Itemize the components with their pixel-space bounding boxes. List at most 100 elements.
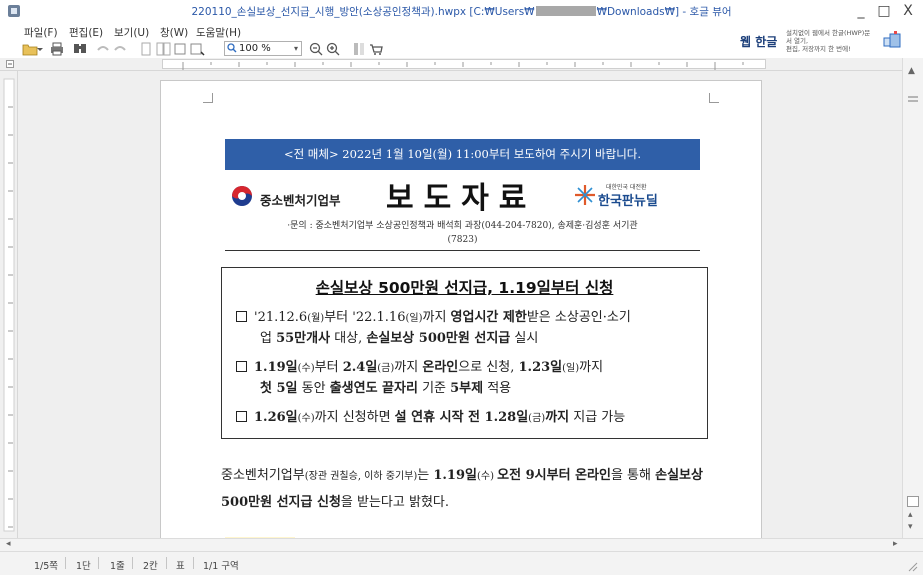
bullet-text: (일) (562, 363, 580, 374)
zoom-out-icon[interactable] (308, 41, 324, 57)
embargo-banner: <전 매체> 2022년 1월 10일(월) 11:00부터 보도하여 주시기 … (225, 139, 700, 170)
horizontal-ruler[interactable] (0, 58, 904, 71)
status-separator (193, 557, 194, 569)
body-text: 중소벤처기업부 (221, 468, 305, 483)
press-release-title: 보도자료 (386, 181, 537, 216)
summary-bullet-3: 1.26일(수)까지 신청하면 설 연휴 시작 전 1.28일(금)까지 지급 … (236, 408, 702, 429)
web-hangul-promo[interactable]: 웹 한글 설치없이 웹에서 한글(HWP)문서 열기, 편집, 저장까지 한 번… (740, 24, 901, 54)
vertical-ruler[interactable] (0, 71, 18, 538)
bullet-text: 까지 (394, 360, 423, 375)
korean-new-deal-logo-icon (575, 185, 595, 205)
document-viewport[interactable]: <전 매체> 2022년 1월 10일(월) 11:00부터 보도하여 주시기 … (18, 71, 902, 538)
bullet-emphasis: 55만개사 (276, 331, 331, 346)
status-section: 1단 (76, 561, 91, 572)
page-width-icon[interactable] (189, 41, 205, 57)
find-icon[interactable] (72, 41, 88, 57)
ruler-toggle-icon[interactable] (6, 60, 14, 68)
zoom-value: 100 % (239, 43, 271, 54)
menu-help[interactable]: 도움말(H) (196, 25, 241, 40)
menu-bar: 파일(F) 편집(E) 보기(U) 창(W) 도움말(H) (0, 22, 740, 40)
minimize-button[interactable]: _ (850, 2, 872, 20)
summary-bullet-1: '21.12.6(월)부터 '22.1.16(일)까지 영업시간 제한받은 소상… (236, 308, 702, 349)
page-single-icon[interactable] (138, 41, 154, 57)
bullet-text: 동안 (297, 381, 330, 396)
bullet-emphasis: 1.26일 (254, 410, 298, 425)
scroll-up-icon[interactable]: ▲ (908, 66, 915, 76)
bullet-text: (금) (528, 413, 546, 424)
body-text: (수) (476, 471, 498, 482)
open-dropdown-icon[interactable] (36, 41, 44, 57)
summary-headline: 손실보상 500만원 선지급, 1.19일부터 신청 (315, 279, 614, 297)
bullet-text: 까지 신청하면 (314, 410, 395, 425)
bullet-text: (월) (307, 313, 325, 324)
bullet-text: 대상, (330, 331, 367, 346)
bullet-text: 으로 신청, (458, 360, 519, 375)
bullet-emphasis: 손실보상 500만원 선지급 (366, 331, 511, 346)
body-paragraph: 중소벤처기업부(장관 권칠승, 이하 중기부)는 1.19일(수) 오전 9시부… (221, 463, 708, 516)
bullet-emphasis: 2.4일 (342, 360, 378, 375)
redo-icon[interactable] (112, 41, 128, 57)
bullet-emphasis: 1.19일 (254, 360, 298, 375)
contact-line-1: ·문의 : 중소벤처기업부 소상공인정책과 배석희 과장(044-204-782… (287, 221, 638, 231)
vertical-ruler-ticks (3, 78, 15, 532)
page-corner-mark (709, 93, 719, 103)
zoom-dropdown-icon: ▾ (293, 44, 298, 53)
bullet-emphasis: 1.23일 (518, 360, 563, 375)
page-up-icon[interactable]: ▴ (908, 510, 913, 520)
scroll-right-icon[interactable]: ▸ (893, 539, 898, 549)
checkbox-square-icon (236, 311, 247, 322)
page-double-icon[interactable] (155, 41, 171, 57)
cart-icon[interactable] (368, 41, 384, 57)
bullet-text: '21.12.6 (254, 310, 308, 325)
status-separator (166, 557, 167, 569)
window-title-suffix: ₩Downloads₩] - 호글 뷰어 (596, 6, 732, 18)
bullet-text: 지급 가능 (569, 410, 626, 425)
summary-box: 손실보상 500만원 선지급, 1.19일부터 신청 '21.12.6(월)부터… (221, 267, 708, 439)
scroll-left-icon[interactable]: ◂ (6, 539, 11, 549)
menu-view[interactable]: 보기(U) (114, 25, 149, 40)
maximize-button[interactable]: □ (873, 2, 895, 20)
summary-bullet-2: 1.19일(수)부터 2.4일(금)까지 온라인으로 신청, 1.23일(일)까… (236, 358, 702, 399)
bullet-text: (수) (297, 413, 315, 424)
page-fit-icon[interactable] (172, 41, 188, 57)
vertical-scrollbar[interactable]: ▲ ▴ ▾ (902, 58, 923, 538)
promo-line-2: 편집, 저장까지 한 번에! (786, 45, 851, 53)
bullet-text: 까지 (422, 310, 451, 325)
page-down-icon[interactable]: ▾ (908, 522, 913, 532)
bullet-emphasis: 설 연휴 시작 전 1.28일 (394, 410, 529, 425)
bullet-text: 실시 (510, 331, 539, 346)
promo-line-1: 설치없이 웹에서 한글(HWP)문서 열기, (786, 29, 871, 45)
split-view-icon[interactable] (907, 94, 919, 104)
horizontal-scrollbar[interactable]: ◂ ▸ (0, 538, 923, 551)
bullet-text: 적용 (483, 381, 512, 396)
print-icon[interactable] (49, 41, 65, 57)
close-button[interactable]: X (897, 2, 919, 20)
contact-divider (225, 250, 700, 251)
toolbar: 100 % ▾ (0, 40, 740, 58)
layout-icon[interactable] (351, 41, 367, 57)
zoom-magnifier-icon (227, 43, 237, 53)
bullet-text: (일) (405, 313, 423, 324)
status-line: 1줄 (110, 561, 125, 572)
bullet-text: 부터 '22.1.16 (324, 310, 406, 325)
government-emblem-icon (232, 186, 252, 206)
menu-file[interactable]: 파일(F) (24, 25, 58, 40)
ministry-name: 중소벤처기업부 (260, 193, 341, 208)
contact-line-2: (7823) (447, 235, 478, 245)
menu-window[interactable]: 창(W) (160, 25, 188, 40)
title-bar: 220110_손실보상_선지급_시행_방안(소상공인정책과).hwpx [C:₩… (0, 0, 923, 22)
undo-icon[interactable] (95, 41, 111, 57)
zoom-select[interactable]: 100 % ▾ (224, 41, 302, 56)
menu-edit[interactable]: 편집(E) (69, 25, 103, 40)
prev-page-button[interactable] (907, 496, 919, 507)
status-page: 1/5쪽 (34, 561, 59, 572)
bullet-text: 부터 (314, 360, 343, 375)
body-emphasis: 오전 9시부터 온라인 (497, 468, 611, 483)
resize-grip-icon[interactable] (906, 560, 918, 572)
ruler-ticks (182, 62, 744, 70)
ruler-track (162, 59, 766, 70)
bullet-emphasis: 온라인 (422, 360, 459, 375)
promo-graphic-icon (883, 31, 901, 48)
zoom-in-icon[interactable] (325, 41, 341, 57)
status-separator (132, 557, 133, 569)
